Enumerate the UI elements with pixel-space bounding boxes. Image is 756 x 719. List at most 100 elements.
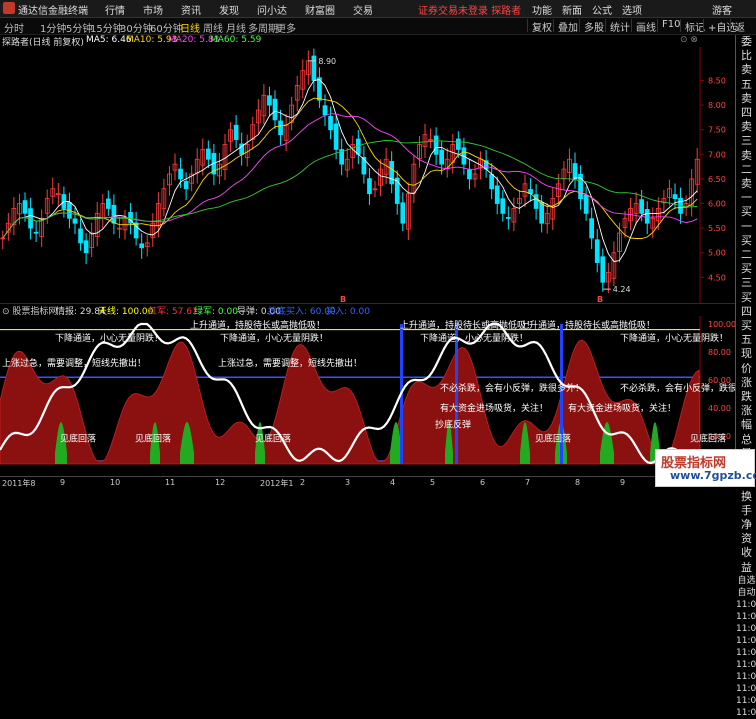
right-panel-item[interactable]: 11:07: [736, 707, 756, 719]
top-menu: 行情 市场 资讯 发现 问小达 财富圈 交易: [105, 2, 373, 17]
right-panel-item[interactable]: 卖三: [736, 120, 756, 148]
guest-user[interactable]: 游客: [712, 2, 732, 17]
candle-body: [644, 209, 650, 224]
right-panel-item[interactable]: 11:07: [736, 635, 756, 647]
period-5min[interactable]: 5分钟: [66, 20, 92, 35]
menu-market[interactable]: 市场: [143, 2, 163, 17]
menu-quotes[interactable]: 行情: [105, 2, 125, 17]
indicator-annotation: 见底回落: [690, 433, 726, 445]
right-panel-item[interactable]: 换手: [736, 490, 756, 518]
period-multi[interactable]: 多周期: [248, 20, 278, 35]
candle-body: [22, 200, 28, 214]
right-panel-item[interactable]: 买二: [736, 234, 756, 262]
price-tick-label: 4.50: [708, 273, 726, 282]
right-panel-item[interactable]: 买一: [736, 205, 756, 233]
time-axis-label: 9: [60, 478, 66, 487]
right-panel-item[interactable]: 卖一: [736, 177, 756, 205]
candle-body: [367, 178, 372, 195]
right-panel-item[interactable]: 自选: [736, 575, 756, 587]
right-panel-item[interactable]: 11:07: [736, 683, 756, 695]
right-panel-item[interactable]: 11:07: [736, 647, 756, 659]
title-bar: 通达信金融终端 行情 市场 资讯 发现 问小达 财富圈 交易 证券交易未登录 探…: [0, 0, 756, 18]
menu-new[interactable]: 新面: [562, 2, 582, 17]
candle-body: [572, 163, 578, 180]
right-panel-item[interactable]: 11:07: [736, 623, 756, 635]
right-panel-item[interactable]: 11:07: [736, 671, 756, 683]
right-panel-item[interactable]: 净资: [736, 518, 756, 546]
candle-body: [311, 55, 317, 81]
right-panel-item[interactable]: 买五: [736, 319, 756, 347]
indicator-tick-label: 100.00: [708, 320, 735, 329]
period-1min[interactable]: 1分钟: [40, 20, 66, 35]
indicator-annotation: 下降通道，小心无量阴跌！: [220, 332, 328, 344]
low-label: 4.24: [613, 285, 631, 294]
panel-controls-icon[interactable]: ⊙ ⊗: [680, 35, 698, 45]
watermark-url: www.7gpzb.com: [670, 469, 756, 482]
menu-ask[interactable]: 问小达: [257, 2, 287, 17]
time-axis: 2011年891011122012年12345678910: [0, 476, 700, 488]
indicator-annotation: 见底回落: [135, 433, 171, 445]
stats-button[interactable]: 统计: [605, 19, 634, 34]
period-bar: 分时 1分钟 5分钟 15分钟 30分钟 60分钟 日线 周线 月线 多周期 更…: [0, 18, 756, 49]
candle-body: [205, 148, 211, 160]
high-label: 8.90: [318, 57, 336, 66]
indicator-chart[interactable]: 100.0080.0060.0040.0020.00上升通道，持股待长或高抛低吸…: [0, 316, 735, 476]
fuquan-button[interactable]: 复权: [527, 19, 556, 34]
menu-discover[interactable]: 发现: [219, 2, 239, 17]
indicator-annotation: 有大资金进场吸货，关注！: [440, 402, 548, 414]
right-panel-item[interactable]: 涨跌: [736, 376, 756, 404]
right-panel-item[interactable]: 现价: [736, 347, 756, 375]
right-panel-item[interactable]: 卖二: [736, 149, 756, 177]
price-chart[interactable]: 8.50 8.00 7.50 7.00 6.50 6.00 5.50 5.00 4.50 8.90…: [0, 47, 735, 304]
period-15min[interactable]: 15分钟: [90, 20, 123, 35]
indicator-annotation: 上升通道，持股待长或高抛低吸！: [520, 319, 655, 331]
draw-button[interactable]: 画线: [631, 19, 660, 34]
right-panel-item[interactable]: 11:07: [736, 599, 756, 611]
candle-body: [539, 202, 545, 224]
menu-trade[interactable]: 交易: [353, 2, 373, 17]
period-more[interactable]: 更多: [276, 20, 296, 35]
price-tick-label: 5.00: [708, 249, 726, 258]
right-panel-item[interactable]: 涨幅: [736, 404, 756, 432]
right-panel-item[interactable]: 自动: [736, 587, 756, 599]
candle-body: [272, 98, 278, 121]
right-panel-item[interactable]: 11:07: [736, 611, 756, 623]
indicator-annotation: 下降通道，小心无量阴跌！: [620, 332, 728, 344]
menu-news[interactable]: 资讯: [181, 2, 201, 17]
period-daily[interactable]: 日线: [180, 20, 200, 35]
menu-wealth[interactable]: 财富圈: [305, 2, 335, 17]
period-30min[interactable]: 30分钟: [120, 20, 153, 35]
multi-stock-button[interactable]: 多股: [579, 19, 608, 34]
menu-options[interactable]: 选项: [622, 2, 642, 17]
period-tick[interactable]: 分时: [4, 20, 24, 35]
right-panel-item[interactable]: 11:07: [736, 659, 756, 671]
price-tick-label: 6.00: [708, 200, 726, 209]
price-tick-label: 7.50: [708, 126, 726, 135]
menu-function[interactable]: 功能: [532, 2, 552, 17]
right-panel-item[interactable]: 委比: [736, 35, 756, 63]
menu-formula[interactable]: 公式: [592, 2, 612, 17]
right-panel-item[interactable]: 买三: [736, 262, 756, 290]
price-tick-label: 6.50: [708, 175, 726, 184]
right-panel-item[interactable]: 收益: [736, 546, 756, 574]
app-logo-icon: [3, 2, 15, 14]
candle-body: [139, 243, 145, 249]
candle-body: [672, 194, 678, 200]
candle-body: [389, 161, 395, 185]
site-watermark: 股票指标网 www.7gpzb.com: [655, 449, 756, 487]
candle-body: [600, 256, 606, 283]
right-panel-item[interactable]: 卖五: [736, 63, 756, 91]
login-warning[interactable]: 证券交易未登录 探路者: [418, 2, 521, 17]
overlay-button[interactable]: 叠加: [553, 19, 582, 34]
right-panel-item[interactable]: 买四: [736, 291, 756, 319]
period-weekly[interactable]: 周线: [203, 20, 223, 35]
price-tick-label: 8.00: [708, 101, 726, 110]
period-monthly[interactable]: 月线: [226, 20, 246, 35]
right-panel-item[interactable]: 卖四: [736, 92, 756, 120]
period-60min[interactable]: 60分钟: [150, 20, 183, 35]
app-name: 通达信金融终端: [18, 6, 88, 17]
indicator-annotation: 有大资金进场吸货，关注！: [568, 402, 676, 414]
right-panel-item[interactable]: 11:07: [736, 695, 756, 707]
back-button[interactable]: 返回: [730, 19, 756, 49]
indicator-tick-label: 80.00: [708, 348, 731, 357]
